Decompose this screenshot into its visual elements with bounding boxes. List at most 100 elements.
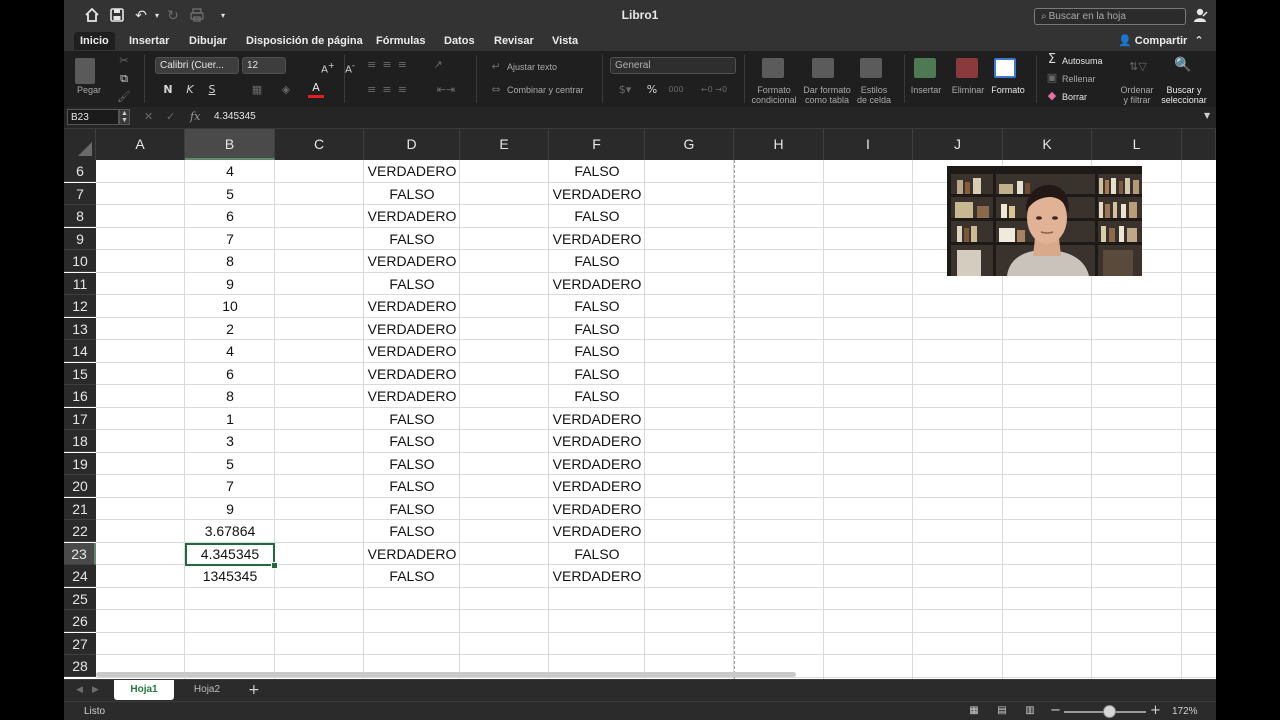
autosum-label[interactable]: Autosuma <box>1062 56 1103 66</box>
zoom-in-icon[interactable]: + <box>1150 703 1161 718</box>
cell-f18[interactable]: VERDADERO <box>549 430 645 452</box>
tab-dibujar[interactable]: Dibujar <box>183 32 233 50</box>
row-header-11[interactable]: 11 <box>64 273 96 295</box>
cell-f13[interactable]: FALSO <box>549 318 645 340</box>
format-painter-icon[interactable]: 🖌 <box>116 89 132 105</box>
row-header-12[interactable]: 12 <box>64 295 96 317</box>
thousands-icon[interactable]: 000 <box>664 82 688 98</box>
column-header-h[interactable]: H <box>734 129 824 160</box>
name-box[interactable]: B23 <box>67 109 119 125</box>
cell-styles-label[interactable]: Estilos de celda <box>850 85 898 105</box>
eraser-icon[interactable]: ◆ <box>1044 88 1060 104</box>
column-header-g[interactable]: G <box>645 129 734 160</box>
cell-b24[interactable]: 1345345 <box>185 565 275 587</box>
horizontal-scrollbar[interactable] <box>96 672 796 677</box>
cell-d10[interactable]: VERDADERO <box>364 250 460 272</box>
sort-filter-icon[interactable]: ⇅▽ <box>1126 59 1150 75</box>
cell-b16[interactable]: 8 <box>185 385 275 407</box>
insert-function-icon[interactable]: fx <box>190 110 200 123</box>
formula-input[interactable]: 4.345345 <box>214 111 256 122</box>
column-header-partial[interactable] <box>1182 129 1216 160</box>
wrap-text-icon[interactable]: ↵ <box>488 59 504 75</box>
row-header-16[interactable]: 16 <box>64 385 96 407</box>
decimal-icons[interactable]: ←0 →0 <box>694 82 734 98</box>
font-name-select[interactable]: Calibri (Cuer... <box>155 57 239 74</box>
cell-b21[interactable]: 9 <box>185 498 275 520</box>
cell-d20[interactable]: FALSO <box>364 475 460 497</box>
row-header-9[interactable]: 9 <box>64 228 96 250</box>
cell-b7[interactable]: 5 <box>185 183 275 205</box>
page-layout-view-icon[interactable]: ▤ <box>996 705 1008 717</box>
row-header-6[interactable]: 6 <box>64 160 96 182</box>
fill-color-icon[interactable]: ◈ <box>278 82 294 98</box>
column-header-b[interactable]: B <box>185 129 275 160</box>
find-icon[interactable]: 🔍 <box>1174 57 1191 73</box>
cell-b13[interactable]: 2 <box>185 318 275 340</box>
cell-b6[interactable]: 4 <box>185 160 275 182</box>
sheet-tab-hoja1[interactable]: Hoja1 <box>114 680 174 700</box>
cell-d9[interactable]: FALSO <box>364 228 460 250</box>
share-button[interactable]: 👤 Compartir ⌃ <box>1118 33 1204 49</box>
cell-f22[interactable]: VERDADERO <box>549 520 645 542</box>
cell-b20[interactable]: 7 <box>185 475 275 497</box>
page-break-view-icon[interactable]: ▥ <box>1024 705 1036 717</box>
zoom-out-icon[interactable]: − <box>1050 703 1061 718</box>
conditional-format-icon[interactable] <box>762 58 784 78</box>
delete-cells-label[interactable]: Eliminar <box>948 85 988 95</box>
horizontal-align-icons[interactable]: ≡≡≡ <box>356 82 424 98</box>
insert-cells-label[interactable]: Insertar <box>906 85 946 95</box>
currency-icon[interactable]: $▾ <box>612 82 638 98</box>
underline-button[interactable]: S <box>204 82 220 98</box>
cell-d19[interactable]: FALSO <box>364 453 460 475</box>
expand-formula-icon[interactable]: ▼ <box>1204 111 1210 120</box>
column-header-k[interactable]: K <box>1003 129 1092 160</box>
format-as-table-icon[interactable] <box>812 58 834 78</box>
borders-icon[interactable]: ▦ <box>242 82 272 98</box>
cell-f17[interactable]: VERDADERO <box>549 408 645 430</box>
column-header-i[interactable]: I <box>824 129 913 160</box>
cell-f8[interactable]: FALSO <box>549 205 645 227</box>
find-select-label[interactable]: Buscar y seleccionar <box>1158 85 1210 105</box>
row-header-26[interactable]: 26 <box>64 610 96 632</box>
account-icon[interactable] <box>1192 7 1208 23</box>
cell-d21[interactable]: FALSO <box>364 498 460 520</box>
delete-cells-icon[interactable] <box>956 58 978 78</box>
cell-f10[interactable]: FALSO <box>549 250 645 272</box>
row-header-20[interactable]: 20 <box>64 475 96 497</box>
paste-icon[interactable] <box>75 58 95 84</box>
cell-d6[interactable]: VERDADERO <box>364 160 460 182</box>
row-header-25[interactable]: 25 <box>64 588 96 610</box>
column-header-a[interactable]: A <box>96 129 185 160</box>
insert-cells-icon[interactable] <box>914 58 936 78</box>
cell-d7[interactable]: FALSO <box>364 183 460 205</box>
cell-b9[interactable]: 7 <box>185 228 275 250</box>
font-color-icon[interactable]: A <box>308 81 324 98</box>
tab-vista[interactable]: Vista <box>546 32 584 50</box>
cell-f6[interactable]: FALSO <box>549 160 645 182</box>
sheet-tab-hoja2[interactable]: Hoja2 <box>178 680 236 700</box>
cell-b19[interactable]: 5 <box>185 453 275 475</box>
tab-disposicion[interactable]: Disposición de página <box>240 32 369 50</box>
cell-f16[interactable]: FALSO <box>549 385 645 407</box>
row-header-24[interactable]: 24 <box>64 565 96 587</box>
cell-d22[interactable]: FALSO <box>364 520 460 542</box>
fill-label[interactable]: Rellenar <box>1062 74 1096 84</box>
column-header-e[interactable]: E <box>460 129 549 160</box>
clear-label[interactable]: Borrar <box>1062 92 1087 102</box>
cell-f15[interactable]: FALSO <box>549 363 645 385</box>
row-header-17[interactable]: 17 <box>64 408 96 430</box>
row-header-18[interactable]: 18 <box>64 430 96 452</box>
cell-d17[interactable]: FALSO <box>364 408 460 430</box>
cell-b10[interactable]: 8 <box>185 250 275 272</box>
cell-d24[interactable]: FALSO <box>364 565 460 587</box>
cell-d15[interactable]: VERDADERO <box>364 363 460 385</box>
row-header-21[interactable]: 21 <box>64 498 96 520</box>
spreadsheet-grid[interactable]: ABCDEFGHIJKL 6 7 8 9 10 11 12 13 14 15 16 17 18 19 20 2… <box>64 129 1216 679</box>
row-header-23[interactable]: 23 <box>64 543 96 565</box>
normal-view-icon[interactable]: ▦ <box>968 705 980 717</box>
format-as-table-label[interactable]: Dar formato como tabla <box>801 85 853 105</box>
cell-d18[interactable]: FALSO <box>364 430 460 452</box>
fill-icon[interactable]: ▣ <box>1044 70 1060 86</box>
cell-b12[interactable]: 10 <box>185 295 275 317</box>
vertical-align-icons[interactable]: ≡≡≡ <box>356 57 424 73</box>
